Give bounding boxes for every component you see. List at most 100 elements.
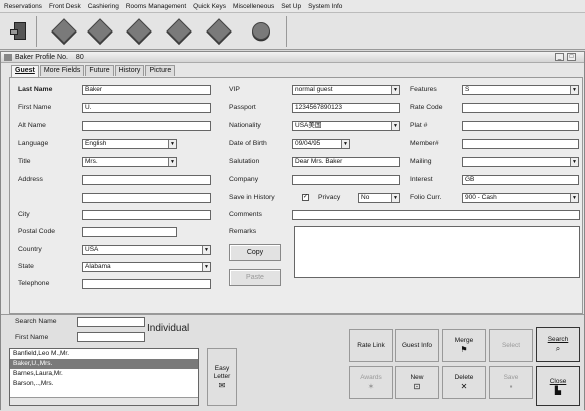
delete-button[interactable]: Delete ✕ [442,366,486,399]
guest-form: Last Name Baker First Name U. Alt Name L… [9,77,583,314]
features-select[interactable]: S ▼ [462,85,579,95]
toolbar-button-2-icon[interactable] [86,17,114,45]
chevron-down-icon[interactable]: ▼ [168,140,176,148]
menu-reservations[interactable]: Reservations [4,3,42,10]
save-in-history-checkbox[interactable]: ✓ [302,194,309,201]
nationality-value: USA美国 [295,122,322,129]
toolbar-button-1-icon[interactable] [50,17,78,45]
language-value: English [85,140,107,147]
nationality-label: Nationality [229,122,261,129]
nationality-select[interactable]: USA美国 ▼ [292,121,400,131]
copy-button[interactable]: Copy [229,244,281,261]
title-value: Mrs. [85,158,98,165]
salutation-label: Salutation [229,158,260,165]
save-button[interactable]: Save ▪ [489,366,533,399]
toolbar-button-3-icon[interactable] [125,17,153,45]
chevron-down-icon[interactable]: ▼ [391,86,399,94]
rate-link-button[interactable]: Rate Link [349,329,393,362]
tab-guest[interactable]: Guest [11,65,39,77]
rate-code-field[interactable] [462,103,579,113]
chevron-down-icon[interactable]: ▼ [570,86,578,94]
plat-field[interactable] [462,121,579,131]
new-button[interactable]: New ⊡ [395,366,439,399]
chevron-down-icon[interactable]: ▼ [570,194,578,202]
language-select[interactable]: English ▼ [82,139,177,149]
address-label: Address [18,176,43,183]
chevron-down-icon[interactable]: ▼ [202,246,210,254]
toolbar-button-4-icon[interactable] [165,17,193,45]
company-field[interactable] [292,175,400,185]
mailing-select[interactable]: ▼ [462,157,579,167]
passport-field[interactable]: 1234567890123 [292,103,400,113]
list-item[interactable]: Barson,..,Mrs. [10,379,198,389]
tab-history[interactable]: History [114,65,145,76]
country-select[interactable]: USA ▼ [82,245,211,255]
horizontal-scrollbar[interactable] [10,397,198,405]
interest-field[interactable]: GB [462,175,579,185]
alt-name-field[interactable] [82,121,211,131]
chevron-down-icon[interactable]: ▼ [570,158,578,166]
select-button[interactable]: Select [489,329,533,362]
merge-button[interactable]: Merge ⚑ [442,329,486,362]
city-field[interactable] [82,210,211,220]
maximize-icon[interactable]: □ [567,53,576,61]
easy-letter-button[interactable]: Easy Letter ✉ [207,348,237,406]
chevron-down-icon[interactable]: ▼ [391,194,399,202]
menu-rooms-management[interactable]: Rooms Management [126,3,186,10]
menu-quick-keys[interactable]: Quick Keys [193,3,226,10]
toolbar-button-5-icon[interactable] [205,17,233,45]
chevron-down-icon[interactable]: ▼ [341,140,349,148]
menu-system-info[interactable]: System Info [308,3,342,10]
date-of-birth-field[interactable]: 09/04/95 ▼ [292,139,350,149]
save-label: Save [503,374,519,381]
list-item[interactable]: Barnes,Laura,Mr. [10,369,198,379]
vip-select[interactable]: normal guest ▼ [292,85,400,95]
list-item[interactable]: Banfield,Leo M.,Mr. [10,349,198,359]
list-item-selected[interactable]: Baker,U.,Mrs. [10,359,198,369]
menu-cashiering[interactable]: Cashiering [88,3,119,10]
comments-field[interactable] [292,210,580,220]
privacy-select[interactable]: No ▼ [358,193,400,203]
menu-front-desk[interactable]: Front Desk [49,3,81,10]
exit-door-icon[interactable] [6,17,34,45]
title-select[interactable]: Mrs. ▼ [82,157,177,167]
first-name-field[interactable]: U. [82,103,211,113]
toolbar-button-6-icon[interactable] [247,17,275,45]
telephone-field[interactable] [82,279,211,289]
salutation-field[interactable]: Dear Mrs. Baker [292,157,400,167]
postal-code-field[interactable] [82,227,177,237]
chevron-down-icon[interactable]: ▼ [202,263,210,271]
chevron-down-icon[interactable]: ▼ [391,122,399,130]
menu-miscelleneous[interactable]: Miscelleneous [233,3,274,10]
address-line-2-field[interactable] [82,193,211,203]
address-line-1-field[interactable] [82,175,211,185]
chevron-down-icon[interactable]: ▼ [168,158,176,166]
close-button[interactable]: Close ▙ [536,366,580,406]
state-select[interactable]: Alabama ▼ [82,262,211,272]
search-results-list[interactable]: Banfield,Leo M.,Mr. Baker,U.,Mrs. Barnes… [9,348,199,406]
individual-label: Individual [147,323,190,334]
date-of-birth-label: Date of Birth [229,140,267,147]
search-first-name-input[interactable] [77,332,145,342]
tab-future[interactable]: Future [85,65,114,76]
delete-icon: ✕ [460,382,468,391]
paste-button[interactable]: Paste [229,269,281,286]
guest-info-button[interactable]: Guest Info [395,329,439,362]
member-field[interactable] [462,139,579,149]
guest-info-label: Guest Info [402,341,432,349]
rate-code-label: Rate Code [410,104,443,111]
search-first-name-label: First Name [15,334,49,341]
folio-curr-select[interactable]: 900 - Cash ▼ [462,193,579,203]
awards-button[interactable]: Awards ✶ [349,366,393,399]
tab-picture[interactable]: Picture [145,65,176,76]
tab-more-fields[interactable]: More Fields [39,65,85,76]
search-name-input[interactable] [77,317,145,327]
remarks-textarea[interactable] [294,226,580,278]
last-name-field[interactable]: Baker [82,85,211,95]
postal-code-label: Postal Code [18,228,56,235]
save-icon: ▪ [509,382,513,391]
merge-icon: ⚑ [460,345,468,354]
search-button[interactable]: Search ⌕ [536,327,580,362]
menu-set-up[interactable]: Set Up [281,3,301,10]
minimize-icon[interactable]: _ [555,53,564,61]
